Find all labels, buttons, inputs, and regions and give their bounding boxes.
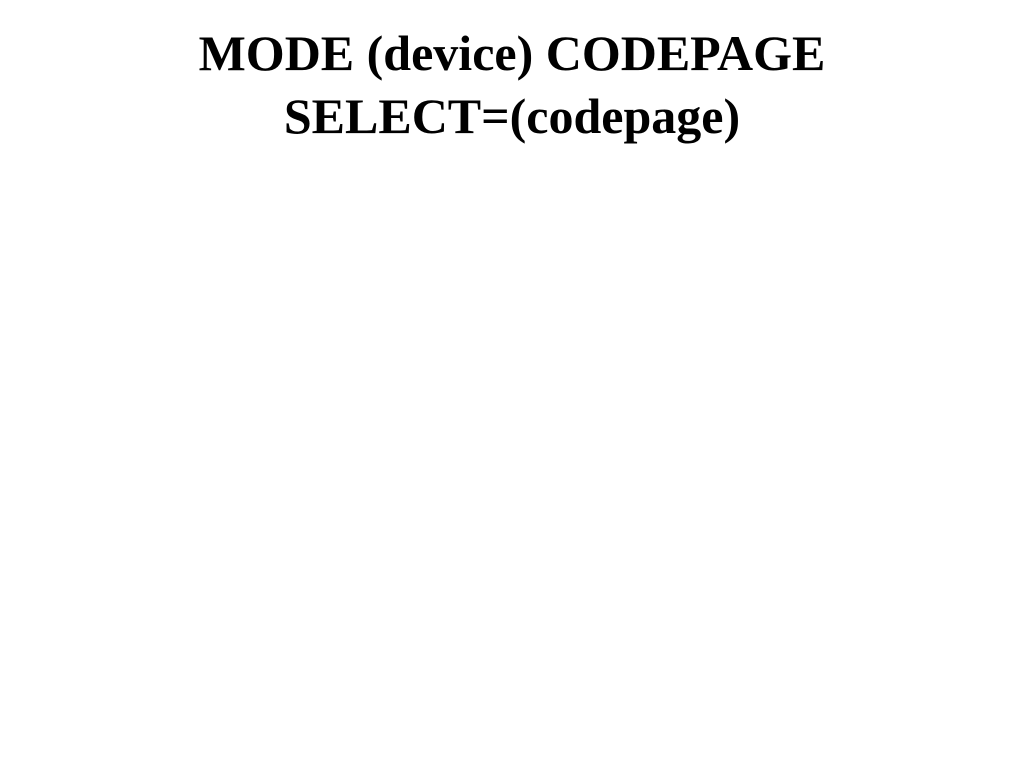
title-line-2: SELECT=(codepage) [284,88,740,144]
slide-title: MODE (device) CODEPAGE SELECT=(codepage) [0,22,1024,147]
slide-container: MODE (device) CODEPAGE SELECT=(codepage) [0,0,1024,768]
title-line-1: MODE (device) CODEPAGE [199,25,826,81]
